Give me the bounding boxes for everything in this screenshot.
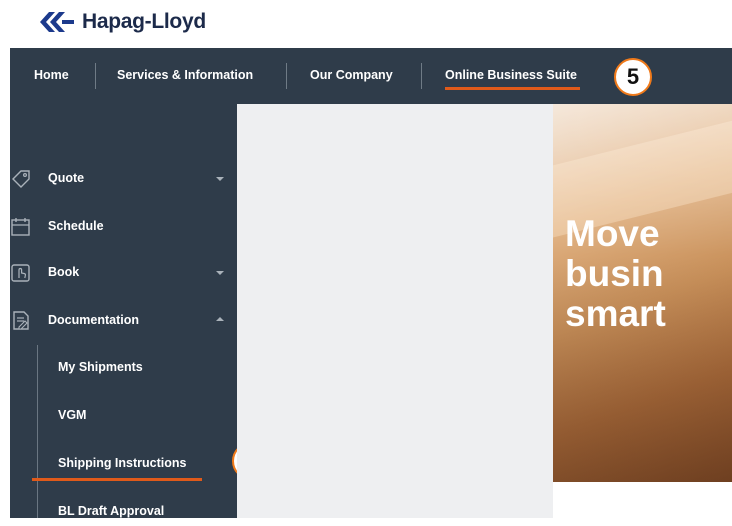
sidebar-item-label: Schedule [48,219,104,233]
sidebar-subitem-label: VGM [58,408,87,422]
nav-active-underline [445,87,580,90]
content-placeholder [237,104,553,518]
nav-home[interactable]: Home [34,68,69,82]
sidebar-item-label: Quote [48,171,85,185]
chevron-down-icon[interactable] [216,177,224,181]
sidebar-subitem-shipping-instructions[interactable]: Shipping Instructions [36,448,226,478]
hero-line-3: smart [565,293,666,334]
hapag-lloyd-logo[interactable]: Hapag-Lloyd [40,8,206,36]
touch-icon [11,264,30,282]
chevron-up-icon[interactable] [216,317,224,321]
sidebar-subitem-label: BL Draft Approval [58,504,165,518]
calendar-icon [11,218,30,236]
sidebar-item-documentation[interactable]: Documentation [10,305,237,335]
step-5-badge: 5 [614,58,652,96]
brand-name: Hapag-Lloyd [82,10,206,33]
sidebar-subitem-vgm[interactable]: VGM [36,400,226,430]
sidebar-item-quote[interactable]: Quote [10,163,237,193]
chevron-down-icon[interactable] [216,271,224,275]
sidebar-subitem-my-shipments[interactable]: My Shipments [36,352,226,382]
hero-line-1: Move [565,213,660,254]
nav-our-company[interactable]: Our Company [310,68,393,82]
hero-line-2: busin [565,253,664,294]
sidebar-subitem-bl-draft-approval[interactable]: BL Draft Approval [36,496,226,526]
sidebar-item-label: Documentation [48,313,139,327]
hero-banner: Move busin smart [553,104,732,482]
active-subitem-underline [32,478,202,481]
hero-headline: Move busin smart [565,214,666,334]
sidebar-item-schedule[interactable]: Schedule [10,211,237,241]
nav-divider [95,63,96,89]
nav-divider [421,63,422,89]
price-tag-icon [12,170,30,188]
nav-divider [286,63,287,89]
sidebar-item-label: Book [48,265,80,279]
nav-online-business-suite[interactable]: Online Business Suite [445,68,577,82]
sidebar-subitem-label: My Shipments [58,360,143,374]
document-edit-icon [13,311,29,330]
sidebar-subitem-label: Shipping Instructions [58,456,187,470]
sidebar-item-book[interactable]: Book [10,257,237,287]
nav-services-information[interactable]: Services & Information [117,68,253,82]
hapag-lloyd-logo-icon [40,12,74,32]
